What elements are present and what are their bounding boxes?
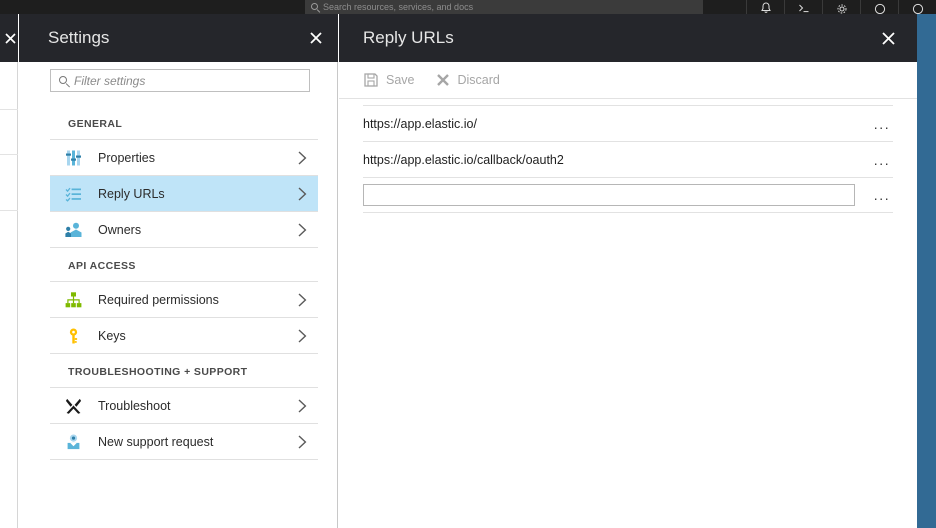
sidebar-item-label: Required permissions [98,292,219,307]
divider [0,210,18,211]
chevron-right-icon [298,222,307,237]
sidebar-item-label: Troubleshoot [98,398,171,413]
sidebar-item-owners[interactable]: Owners [50,212,318,247]
reply-url-context-menu-button[interactable]: ... [871,184,893,206]
sidebar-item-keys[interactable]: Keys [50,318,318,353]
search-icon [311,3,318,10]
chevron-right-icon [298,186,307,201]
azure-portal-screen: Search resources, services, and docs Set… [0,0,936,528]
filter-settings-box[interactable] [50,69,310,92]
settings-blade: Settings GENERAL Properties Reply URLs Owne… [19,14,338,528]
sidebar-item-troubleshoot[interactable]: Troubleshoot [50,388,318,423]
settings-gear-icon[interactable] [822,0,860,14]
chevron-right-icon [298,434,307,449]
close-icon [881,31,895,45]
settings-blade-close-button[interactable] [299,14,333,62]
chevron-right-icon [298,150,307,165]
chevron-right-icon [298,292,307,307]
chevron-right-icon [298,398,307,413]
reply-url-value: https://app.elastic.io/callback/oauth2 [363,152,564,167]
reply-url-row: https://app.elastic.io/callback/oauth2..… [363,141,893,177]
sidebar-item-properties[interactable]: Properties [50,140,318,175]
help-icon[interactable] [860,0,898,14]
settings-blade-title: Settings [48,28,110,47]
sidebar-item-required-permissions[interactable]: Required permissions [50,282,318,317]
divider [0,154,18,155]
close-icon [4,32,16,44]
save-button-label: Save [386,73,415,87]
reply-url-value: https://app.elastic.io/ [363,116,477,131]
filter-settings-wrapper [50,69,310,92]
global-top-bar: Search resources, services, and docs [0,0,936,14]
notifications-bell-icon[interactable] [746,0,784,14]
global-search-box[interactable]: Search resources, services, and docs [305,0,703,14]
chevron-right-icon [298,328,307,343]
next-blade-peek[interactable] [917,14,936,528]
sidebar-item-label: Keys [98,328,126,343]
people-icon [65,222,82,237]
key-icon [69,328,78,343]
sidebar-item-new-support-request[interactable]: New support request [50,424,318,459]
close-icon [310,32,322,44]
reply-urls-blade-close-button[interactable] [871,14,905,62]
reply-url-row: ... [363,177,893,213]
sliders-icon [66,150,81,165]
discard-button-label: Discard [457,73,500,87]
discard-button[interactable]: Discard [435,62,500,99]
save-disk-icon [364,73,378,87]
cloud-shell-icon[interactable] [784,0,822,14]
discard-x-icon [436,74,449,86]
divider [50,459,318,460]
global-top-bar-icons [746,0,936,14]
reply-urls-command-bar: Save Discard [339,62,917,99]
reply-url-input[interactable] [363,184,855,206]
tools-icon [65,398,82,414]
reply-url-row: https://app.elastic.io/... [363,105,893,141]
settings-nav-list: GENERAL Properties Reply URLs Owners API ACC… [50,106,318,460]
reply-url-context-menu-button[interactable]: ... [871,149,893,171]
reply-urls-blade: Reply URLs Save Discard https://app.elas… [339,14,917,528]
nav-group-label: TROUBLESHOOTING + SUPPORT [68,366,248,378]
sidebar-item-label: Properties [98,150,155,165]
checklist-icon [65,187,81,202]
reply-url-context-menu-button[interactable]: ... [871,113,893,135]
divider [0,109,18,110]
sidebar-item-label: Reply URLs [98,186,165,201]
search-icon [59,76,67,84]
support-person-icon [67,434,80,449]
previous-blade-peek[interactable] [0,14,18,528]
nav-group-label: GENERAL [68,118,123,130]
reply-urls-blade-title: Reply URLs [363,28,454,47]
feedback-icon[interactable] [898,0,936,14]
save-button[interactable]: Save [363,62,415,99]
global-search-placeholder: Search resources, services, and docs [323,2,474,12]
sidebar-item-label: Owners [98,222,142,237]
nav-group-label: API ACCESS [68,260,136,272]
filter-settings-input[interactable] [74,70,304,91]
reply-urls-list: https://app.elastic.io/... https://app.el… [363,105,893,213]
sidebar-item-reply-urls[interactable]: Reply URLs [50,176,318,211]
sidebar-item-label: New support request [98,434,214,449]
hierarchy-icon [65,291,82,307]
